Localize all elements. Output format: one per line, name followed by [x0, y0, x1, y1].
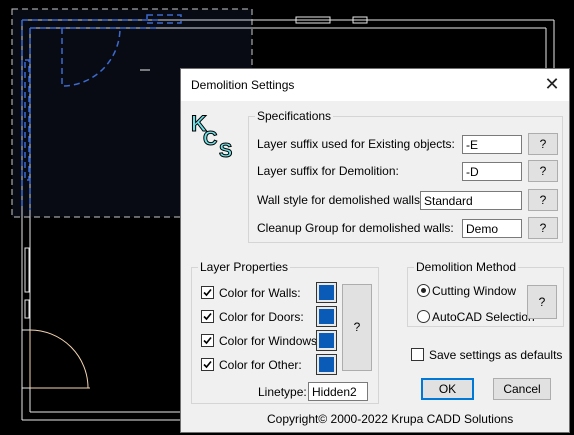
- demolition-suffix-help-button[interactable]: ?: [528, 160, 558, 182]
- color-walls-checkbox[interactable]: [201, 286, 214, 299]
- demolition-method-label: Demolition Method: [414, 260, 519, 274]
- door-swing-arc: [29, 329, 89, 389]
- cutting-window-radio[interactable]: [417, 284, 430, 297]
- doors-color-swatch[interactable]: [316, 306, 337, 327]
- color-walls-label[interactable]: Color for Walls:: [219, 286, 301, 300]
- walls-color-swatch[interactable]: [316, 282, 337, 303]
- save-defaults-checkbox[interactable]: [411, 348, 424, 361]
- specifications-label: Specifications: [255, 109, 334, 123]
- color-doors-checkbox[interactable]: [201, 310, 214, 323]
- color-windows-checkbox[interactable]: [201, 334, 214, 347]
- dialog-title: Demolition Settings: [191, 78, 295, 92]
- wall-style-input[interactable]: Standard: [420, 191, 522, 210]
- color-other-checkbox[interactable]: [201, 358, 214, 371]
- ok-button[interactable]: OK: [421, 378, 474, 400]
- demolition-method-help-button[interactable]: ?: [527, 285, 557, 319]
- cleanup-group-help-button[interactable]: ?: [528, 217, 558, 239]
- svg-text:C: C: [203, 128, 217, 150]
- color-other-label[interactable]: Color for Other:: [219, 358, 302, 372]
- wall-style-help-button[interactable]: ?: [528, 189, 558, 211]
- existing-suffix-help-button[interactable]: ?: [528, 133, 558, 155]
- existing-suffix-input[interactable]: -E: [462, 135, 522, 154]
- window-symbol: [24, 247, 30, 293]
- demolition-suffix-input[interactable]: -D: [462, 162, 522, 181]
- dialog-titlebar[interactable]: Demolition Settings ✕: [181, 69, 569, 101]
- layer-properties-label: Layer Properties: [198, 260, 291, 274]
- demolition-settings-dialog: Demolition Settings ✕ K C S Specificatio…: [180, 68, 570, 433]
- autocad-selection-label[interactable]: AutoCAD Selection: [432, 310, 535, 324]
- color-windows-label[interactable]: Color for Windows:: [219, 334, 320, 348]
- cancel-button[interactable]: Cancel: [493, 378, 551, 400]
- color-doors-label[interactable]: Color for Doors:: [219, 310, 304, 324]
- other-color-swatch[interactable]: [316, 354, 337, 375]
- cleanup-group-label: Cleanup Group for demolished walls:: [257, 221, 454, 235]
- kcs-logo: K C S: [191, 111, 233, 160]
- demolition-suffix-label: Layer suffix for Demolition:: [257, 164, 399, 178]
- svg-text:S: S: [219, 140, 232, 159]
- autocad-selection-radio[interactable]: [417, 310, 430, 323]
- layer-properties-help-button[interactable]: ?: [342, 284, 372, 371]
- windows-color-swatch[interactable]: [316, 330, 337, 351]
- linetype-label: Linetype:: [258, 385, 307, 399]
- close-icon[interactable]: ✕: [535, 69, 569, 101]
- linetype-input[interactable]: Hidden2: [308, 382, 368, 401]
- existing-suffix-label: Layer suffix used for Existing objects:: [257, 137, 455, 151]
- cutting-window-label[interactable]: Cutting Window: [432, 284, 516, 298]
- cleanup-group-input[interactable]: Demo: [462, 219, 522, 238]
- copyright-text: Copyright© 2000-2022 Krupa CADD Solution…: [267, 412, 514, 426]
- window-symbol: [24, 299, 30, 319]
- save-defaults-label[interactable]: Save settings as defaults: [429, 348, 562, 362]
- wall-style-label: Wall style for demolished walls:: [257, 193, 424, 207]
